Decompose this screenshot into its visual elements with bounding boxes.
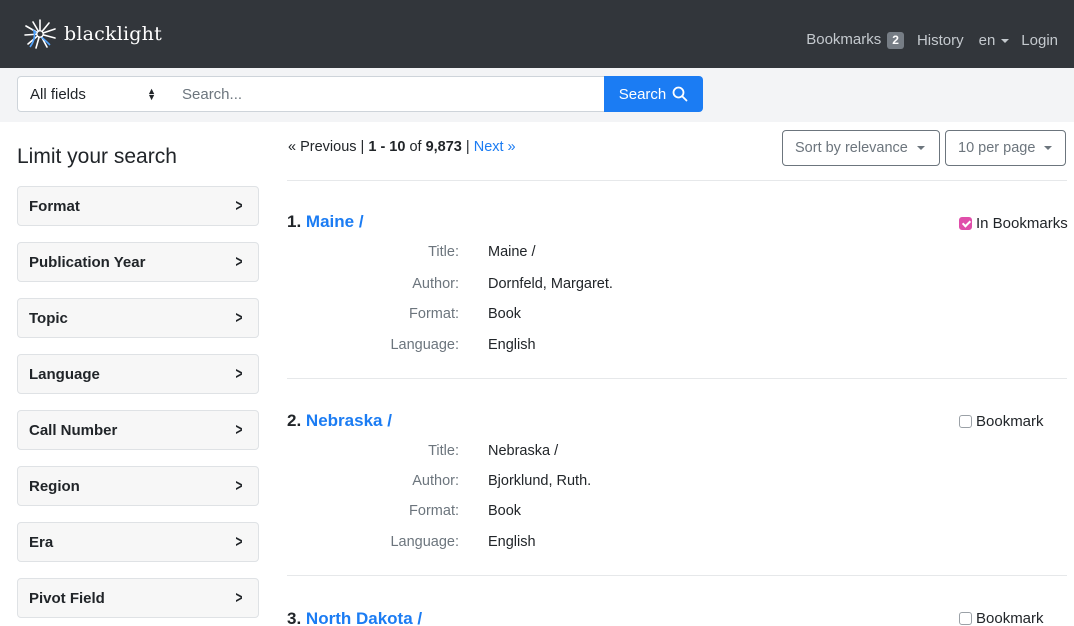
field-value-author: Bjorklund, Ruth. [488, 473, 592, 489]
language-dropdown[interactable]: en [979, 32, 1010, 49]
caret-down-icon [916, 146, 925, 150]
bookmark-label: Bookmark [976, 413, 1044, 430]
field-value-author: Dornfeld, Margaret. [488, 276, 613, 292]
bookmark-toggle[interactable]: In Bookmarks [959, 215, 1068, 232]
bookmark-label: Bookmark [976, 610, 1044, 626]
chevron-right-icon: > [235, 420, 243, 439]
document-title: 3. North Dakota / [287, 609, 422, 626]
field-label-author: Author: [412, 473, 459, 489]
facet-label: Language [29, 365, 100, 383]
field-value-language: English [488, 337, 536, 353]
field-value-language: English [488, 534, 536, 550]
per-page-label: 10 per page [958, 140, 1036, 156]
field-label-title: Title: [428, 443, 459, 459]
field-value-format: Book [488, 503, 522, 519]
search-field-select[interactable]: All fields ▲ ▼ [17, 76, 171, 112]
sort-label: Sort by relevance [795, 140, 908, 156]
bookmarks-link[interactable]: Bookmarks 2 [806, 31, 904, 49]
next-page-link[interactable]: Next » [474, 139, 516, 155]
facet-label: Format [29, 197, 80, 215]
top-navbar: blacklight Bookmarks 2 History en Login [0, 0, 1074, 68]
facet-pivot-field[interactable]: Pivot Field > [17, 578, 259, 618]
brand-logo-link[interactable]: blacklight [22, 17, 162, 51]
document-title: 2. Nebraska / [287, 411, 392, 431]
field-label-author: Author: [412, 276, 459, 292]
bookmarks-label: Bookmarks [806, 31, 882, 48]
document-title-link[interactable]: Nebraska / [306, 411, 392, 430]
search-bar: All fields ▲ ▼ Search [0, 68, 1074, 122]
caret-down-icon [1044, 146, 1053, 150]
document-counter: 1. [287, 212, 302, 231]
facet-format[interactable]: Format > [17, 186, 259, 226]
history-link[interactable]: History [917, 32, 964, 49]
select-arrows-icon: ▲ ▼ [147, 86, 156, 102]
document-counter: 2. [287, 411, 302, 430]
facet-label: Pivot Field [29, 589, 105, 607]
chevron-right-icon: > [235, 196, 243, 215]
brand-name: blacklight [64, 23, 162, 45]
bookmark-toggle[interactable]: Bookmark [959, 610, 1044, 626]
previous-page-link: « Previous [288, 139, 357, 155]
pager-separator: | [465, 139, 470, 155]
search-button[interactable]: Search [604, 76, 703, 112]
language-label: en [978, 31, 996, 49]
facet-label: Call Number [29, 421, 118, 439]
nav-links: Bookmarks 2 History en Login [806, 31, 1058, 49]
divider [287, 180, 1067, 181]
facets-heading: Limit your search [17, 145, 177, 168]
field-label-format: Format: [409, 306, 459, 322]
search-field-selected: All fields [30, 85, 86, 103]
document-title-link[interactable]: North Dakota / [306, 609, 422, 626]
search-icon [672, 86, 688, 102]
login-link[interactable]: Login [1021, 32, 1058, 49]
bookmark-checkbox[interactable] [959, 415, 972, 428]
pagination-info: « Previous | 1 - 10 of 9,873 | Next » [288, 139, 516, 155]
document-title-link[interactable]: Maine / [306, 212, 364, 231]
chevron-right-icon: > [235, 364, 243, 383]
pager-total: 9,873 [425, 139, 462, 155]
sort-dropdown[interactable]: Sort by relevance [782, 130, 940, 166]
bookmark-checkbox[interactable] [959, 612, 972, 625]
bookmark-label: In Bookmarks [976, 215, 1068, 232]
divider [287, 378, 1067, 379]
document-title: 1. Maine / [287, 212, 364, 232]
field-value-format: Book [488, 306, 522, 322]
field-label-title: Title: [428, 244, 459, 260]
pager-of: of [409, 139, 422, 155]
facet-language[interactable]: Language > [17, 354, 259, 394]
blacklight-logo-icon [24, 19, 56, 49]
field-label-format: Format: [409, 503, 459, 519]
chevron-right-icon: > [235, 588, 243, 607]
bookmark-checkbox[interactable] [959, 217, 972, 230]
bookmarks-count-badge: 2 [887, 32, 904, 49]
caret-down-icon [1001, 38, 1010, 43]
bookmark-toggle[interactable]: Bookmark [959, 413, 1044, 430]
search-input[interactable] [170, 76, 605, 112]
per-page-dropdown[interactable]: 10 per page [945, 130, 1066, 166]
field-value-title: Maine / [488, 244, 536, 260]
pager-range: 1 - 10 [368, 139, 406, 155]
field-label-language: Language: [390, 534, 459, 550]
field-value-title: Nebraska / [488, 443, 559, 459]
field-label-language: Language: [390, 337, 459, 353]
document-counter: 3. [287, 609, 302, 626]
divider [287, 575, 1067, 576]
search-button-label: Search [618, 85, 667, 103]
pager-separator: | [360, 139, 365, 155]
